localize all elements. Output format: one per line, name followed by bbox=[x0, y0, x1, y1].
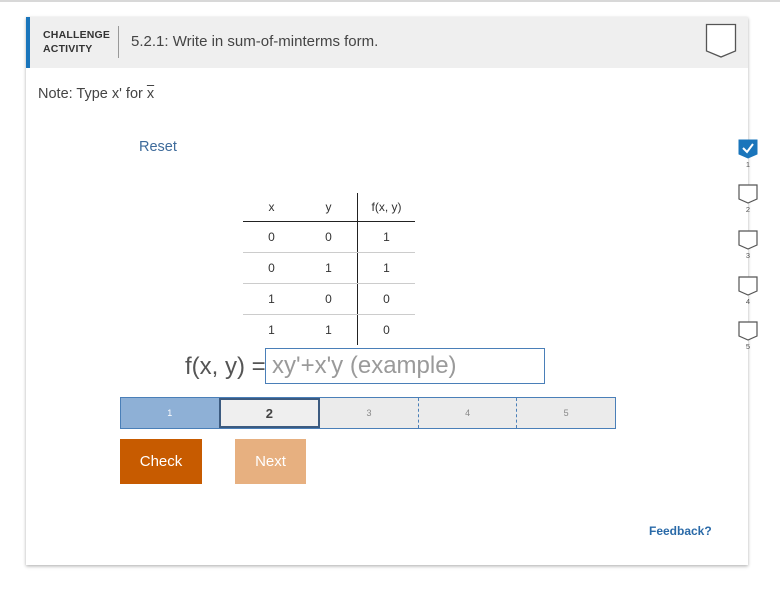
progress-bar: 1 2 3 4 5 bbox=[120, 397, 616, 429]
reset-link[interactable]: Reset bbox=[139, 139, 177, 155]
top-divider bbox=[0, 0, 780, 2]
next-button[interactable]: Next bbox=[235, 439, 306, 484]
progress-segment-4: 4 bbox=[417, 398, 517, 428]
cell-y: 0 bbox=[300, 221, 358, 253]
cell-f: 1 bbox=[357, 252, 415, 284]
challenge-activity-card: CHALLENGE ACTIVITY 5.2.1: Write in sum-o… bbox=[26, 17, 758, 565]
level-indicator-2[interactable]: 2 bbox=[737, 184, 759, 214]
cell-f: 0 bbox=[357, 314, 415, 345]
activity-type-line1: CHALLENGE bbox=[43, 29, 111, 41]
level-indicator-5[interactable]: 5 bbox=[737, 321, 759, 351]
table-row: 0 1 1 bbox=[243, 252, 415, 284]
level-number: 4 bbox=[745, 297, 751, 306]
cell-x: 1 bbox=[268, 323, 275, 337]
answer-input[interactable] bbox=[265, 348, 545, 384]
progress-segment-2[interactable]: 2 bbox=[218, 398, 321, 428]
feedback-link[interactable]: Feedback? bbox=[649, 524, 712, 538]
cell-x: 1 bbox=[243, 283, 300, 315]
note-x-complement: x bbox=[146, 86, 155, 102]
progress-segment-3: 3 bbox=[366, 408, 372, 418]
check-button[interactable]: Check bbox=[120, 439, 202, 484]
bookmark-badge-icon bbox=[705, 23, 737, 59]
cell-f: 0 bbox=[357, 283, 415, 315]
column-header-x: x bbox=[243, 193, 300, 222]
equation-lhs: f(x, y) = bbox=[185, 353, 266, 380]
cell-y: 0 bbox=[300, 283, 358, 315]
table-row: 1 0 0 bbox=[243, 283, 415, 315]
level-indicator-4[interactable]: 4 bbox=[737, 276, 759, 306]
level-number: 3 bbox=[745, 251, 751, 260]
header-accent-bar bbox=[26, 17, 30, 68]
truth-table-header-row: x y f(x, y) bbox=[243, 193, 415, 222]
level-number: 5 bbox=[745, 342, 751, 351]
activity-type-label: CHALLENGE ACTIVITY bbox=[43, 28, 123, 56]
activity-type-line2: ACTIVITY bbox=[43, 43, 93, 55]
empty-badge-icon bbox=[738, 321, 758, 341]
level-number: 2 bbox=[745, 205, 751, 214]
column-header-y: y bbox=[300, 193, 358, 222]
note-text: Note: Type x' for bbox=[38, 86, 147, 102]
check-badge-icon bbox=[738, 139, 758, 159]
instruction-note: Note: Type x' for x bbox=[38, 86, 154, 102]
cell-y: 1 bbox=[300, 252, 358, 284]
activity-title: 5.2.1: Write in sum-of-minterms form. bbox=[131, 33, 379, 50]
activity-header: CHALLENGE ACTIVITY 5.2.1: Write in sum-o… bbox=[26, 17, 748, 68]
level-number: 1 bbox=[745, 160, 751, 169]
table-row: 1 1 0 bbox=[243, 314, 415, 345]
empty-badge-icon bbox=[738, 230, 758, 250]
table-row: 0 0 1 bbox=[243, 221, 415, 253]
empty-badge-icon bbox=[738, 276, 758, 296]
cell-x: 0 bbox=[243, 221, 300, 253]
level-indicator-3[interactable]: 3 bbox=[737, 230, 759, 260]
cell-y: 1 bbox=[325, 323, 332, 337]
progress-segment-5: 5 bbox=[516, 398, 615, 428]
level-indicator-1[interactable]: 1 bbox=[737, 139, 759, 169]
progress-segment-1[interactable]: 1 bbox=[121, 398, 219, 428]
header-divider bbox=[118, 26, 119, 58]
truth-table: x y f(x, y) 0 0 1 0 1 1 1 0 0 1 1 0 bbox=[243, 193, 415, 345]
empty-badge-icon bbox=[738, 184, 758, 204]
column-header-f: f(x, y) bbox=[357, 193, 415, 222]
cell-f: 1 bbox=[357, 221, 415, 253]
cell-x: 0 bbox=[243, 252, 300, 284]
